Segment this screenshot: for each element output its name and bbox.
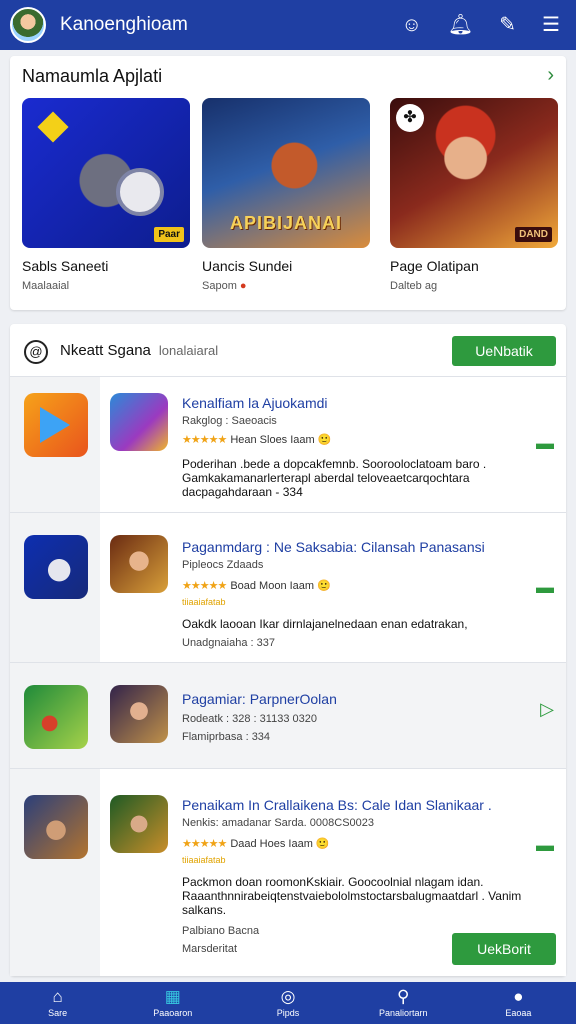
row-description: Packmon doan roomonKskiair. Goocoolnial … [182, 875, 522, 917]
nav-user[interactable]: ● Eaoaa [461, 982, 576, 1024]
game-icon[interactable] [24, 795, 88, 859]
gamepad-icon[interactable] [24, 535, 88, 599]
featured-card-sub: Maalaaial [22, 280, 70, 292]
featured-tag: DAND [515, 227, 552, 242]
contacts-icon[interactable]: ☺ [401, 15, 421, 35]
row-sub: Nenkis: amadanar Sarda. 0008CS0023 [182, 817, 375, 829]
avatar[interactable] [10, 7, 46, 43]
hot-icon: ● [239, 280, 247, 292]
game-art-image[interactable]: APIBIJANAI [202, 98, 370, 248]
featured-card[interactable]: APIBIJANAI Uancis Sundei Sapom ● [202, 98, 370, 292]
target-icon: ◎ [280, 987, 296, 1006]
top-icons: ☺ 🔔︎ ✎ ☰ [401, 15, 566, 35]
star-icon: ★★★★★ [182, 838, 227, 850]
featured-card-sub: Dalteb ag [390, 280, 438, 292]
chevron-right-icon[interactable]: › [547, 64, 554, 87]
at-icon: @ [24, 340, 48, 364]
row-description: Oakdk laooan Ikar dirnlajanelnedaan enan… [182, 617, 468, 631]
game-thumbnail[interactable] [110, 535, 168, 593]
row-title[interactable]: Pagamiar: ParpnerOolan [182, 691, 337, 707]
grid-icon: ▦ [164, 987, 181, 1006]
list-header: @ Nkeatt Sgana lonalaiaral UeNbatik [10, 324, 566, 376]
game-list: @ Nkeatt Sgana lonalaiaral UeNbatik Kenal… [10, 324, 566, 976]
row-sub: Pipleocs Zdaads [182, 559, 264, 571]
play-arrow-icon[interactable]: ▷ [540, 699, 554, 720]
app-title: Kanoenghioam [60, 14, 188, 35]
featured-card-name: Sabls Saneeti [22, 258, 109, 274]
list-item[interactable]: Pagamiar: ParpnerOolan Rodeatk : 328 : 3… [10, 662, 566, 768]
top-app-bar: Kanoenghioam ☺ 🔔︎ ✎ ☰ [0, 0, 576, 50]
play-store-icon[interactable] [24, 393, 88, 457]
nav-home[interactable]: ⌂ Sare [0, 982, 115, 1024]
nav-target[interactable]: ◎ Pipds [230, 982, 345, 1024]
nav-grid[interactable]: ▦ Paaoaron [115, 982, 230, 1024]
featured-card-name: Page Olatipan [390, 258, 479, 274]
row-title[interactable]: Kenalfiam la Ajuokamdi [182, 395, 328, 411]
list-header-button[interactable]: UeNbatik [452, 336, 556, 366]
row-sub: Rakglog : Saeoacis [182, 415, 277, 427]
menu-icon[interactable]: ☰ [542, 15, 560, 35]
feather-icon[interactable]: ✎ [499, 15, 516, 35]
game-icon[interactable] [24, 685, 88, 749]
row-footer: Palbiano Bacna [182, 925, 260, 937]
list-item[interactable]: Kenalfiam la Ajuokamdi Rakglog : Saeoaci… [10, 376, 566, 512]
row-action-button[interactable]: UekBorit [452, 933, 556, 965]
featured-card-sub: Sapom ● [202, 280, 247, 292]
rating: ★★★★★ Hean Sloes Iaam 🙂 [182, 434, 332, 446]
hero-art-image[interactable]: ✤ DAND [390, 98, 558, 248]
rating: ★★★★★ Boad Moon Iaam 🙂 [182, 580, 331, 592]
list-item[interactable]: Penaikam In Crallaikena Bs: Cale Idan Sl… [10, 768, 566, 976]
game-thumbnail[interactable] [110, 393, 168, 451]
list-subtitle: lonalaiaral [158, 343, 219, 358]
row-meta: tiiaaiafatab [182, 597, 226, 607]
rating: ★★★★★ Daad Hoes Iaam 🙂 [182, 838, 330, 850]
download-icon[interactable]: ▬ [536, 433, 554, 454]
profile-search-icon: ⚲ [396, 987, 410, 1006]
fan-icon: ✤ [396, 104, 424, 132]
game-thumbnail[interactable] [110, 795, 168, 853]
home-icon: ⌂ [52, 987, 63, 1006]
featured-card[interactable]: Paar Sabls Saneeti Maalaaial [22, 98, 190, 292]
user-icon: ● [513, 987, 524, 1006]
star-icon: ★★★★★ [182, 434, 227, 446]
list-title: Nkeatt Sgana lonalaiaral [60, 342, 219, 359]
nav-profile-search[interactable]: ⚲ Panaliortarn [346, 982, 461, 1024]
featured-tag: Paar [154, 227, 184, 242]
row-description: Poderihan .bede a dopcakfemnb. Soorooloc… [182, 457, 487, 499]
list-item[interactable]: Paganmdarg : Ne Saksabia: Cilansah Panas… [10, 512, 566, 662]
game-thumbnail[interactable] [110, 685, 168, 743]
featured-title: Namaumla Apjlati [22, 66, 163, 86]
bell-icon[interactable]: 🔔︎ [448, 15, 473, 35]
download-icon[interactable]: ▬ [536, 577, 554, 598]
featured-card[interactable]: ✤ DAND Page Olatipan Dalteb ag [390, 98, 558, 292]
row-title[interactable]: Penaikam In Crallaikena Bs: Cale Idan Sl… [182, 797, 492, 813]
row-meta: tiiaaiafatab [182, 855, 226, 865]
row-sub: Rodeatk : 328 : 31133 0320 [182, 713, 317, 725]
star-icon: ★★★★★ [182, 580, 227, 592]
download-icon[interactable]: ▬ [536, 835, 554, 856]
row-footer: Marsderitat [182, 943, 238, 955]
bottom-nav: ⌂ Sare ▦ Paaoaron ◎ Pipds ⚲ Panaliortarn ● Ea… [0, 982, 576, 1024]
row-footer: Flamiprbasa : 334 [182, 731, 271, 743]
featured-card-name: Uancis Sundei [202, 258, 293, 274]
featured-section: Namaumla Apjlati › Paar Sabls Saneeti Ma… [10, 56, 566, 310]
row-title[interactable]: Paganmdarg : Ne Saksabia: Cilansah Panas… [182, 539, 485, 555]
row-footer: Unadgnaiaha : 337 [182, 637, 275, 649]
game-art-title: APIBIJANAI [229, 213, 342, 233]
game-controller-image[interactable]: Paar [22, 98, 190, 248]
